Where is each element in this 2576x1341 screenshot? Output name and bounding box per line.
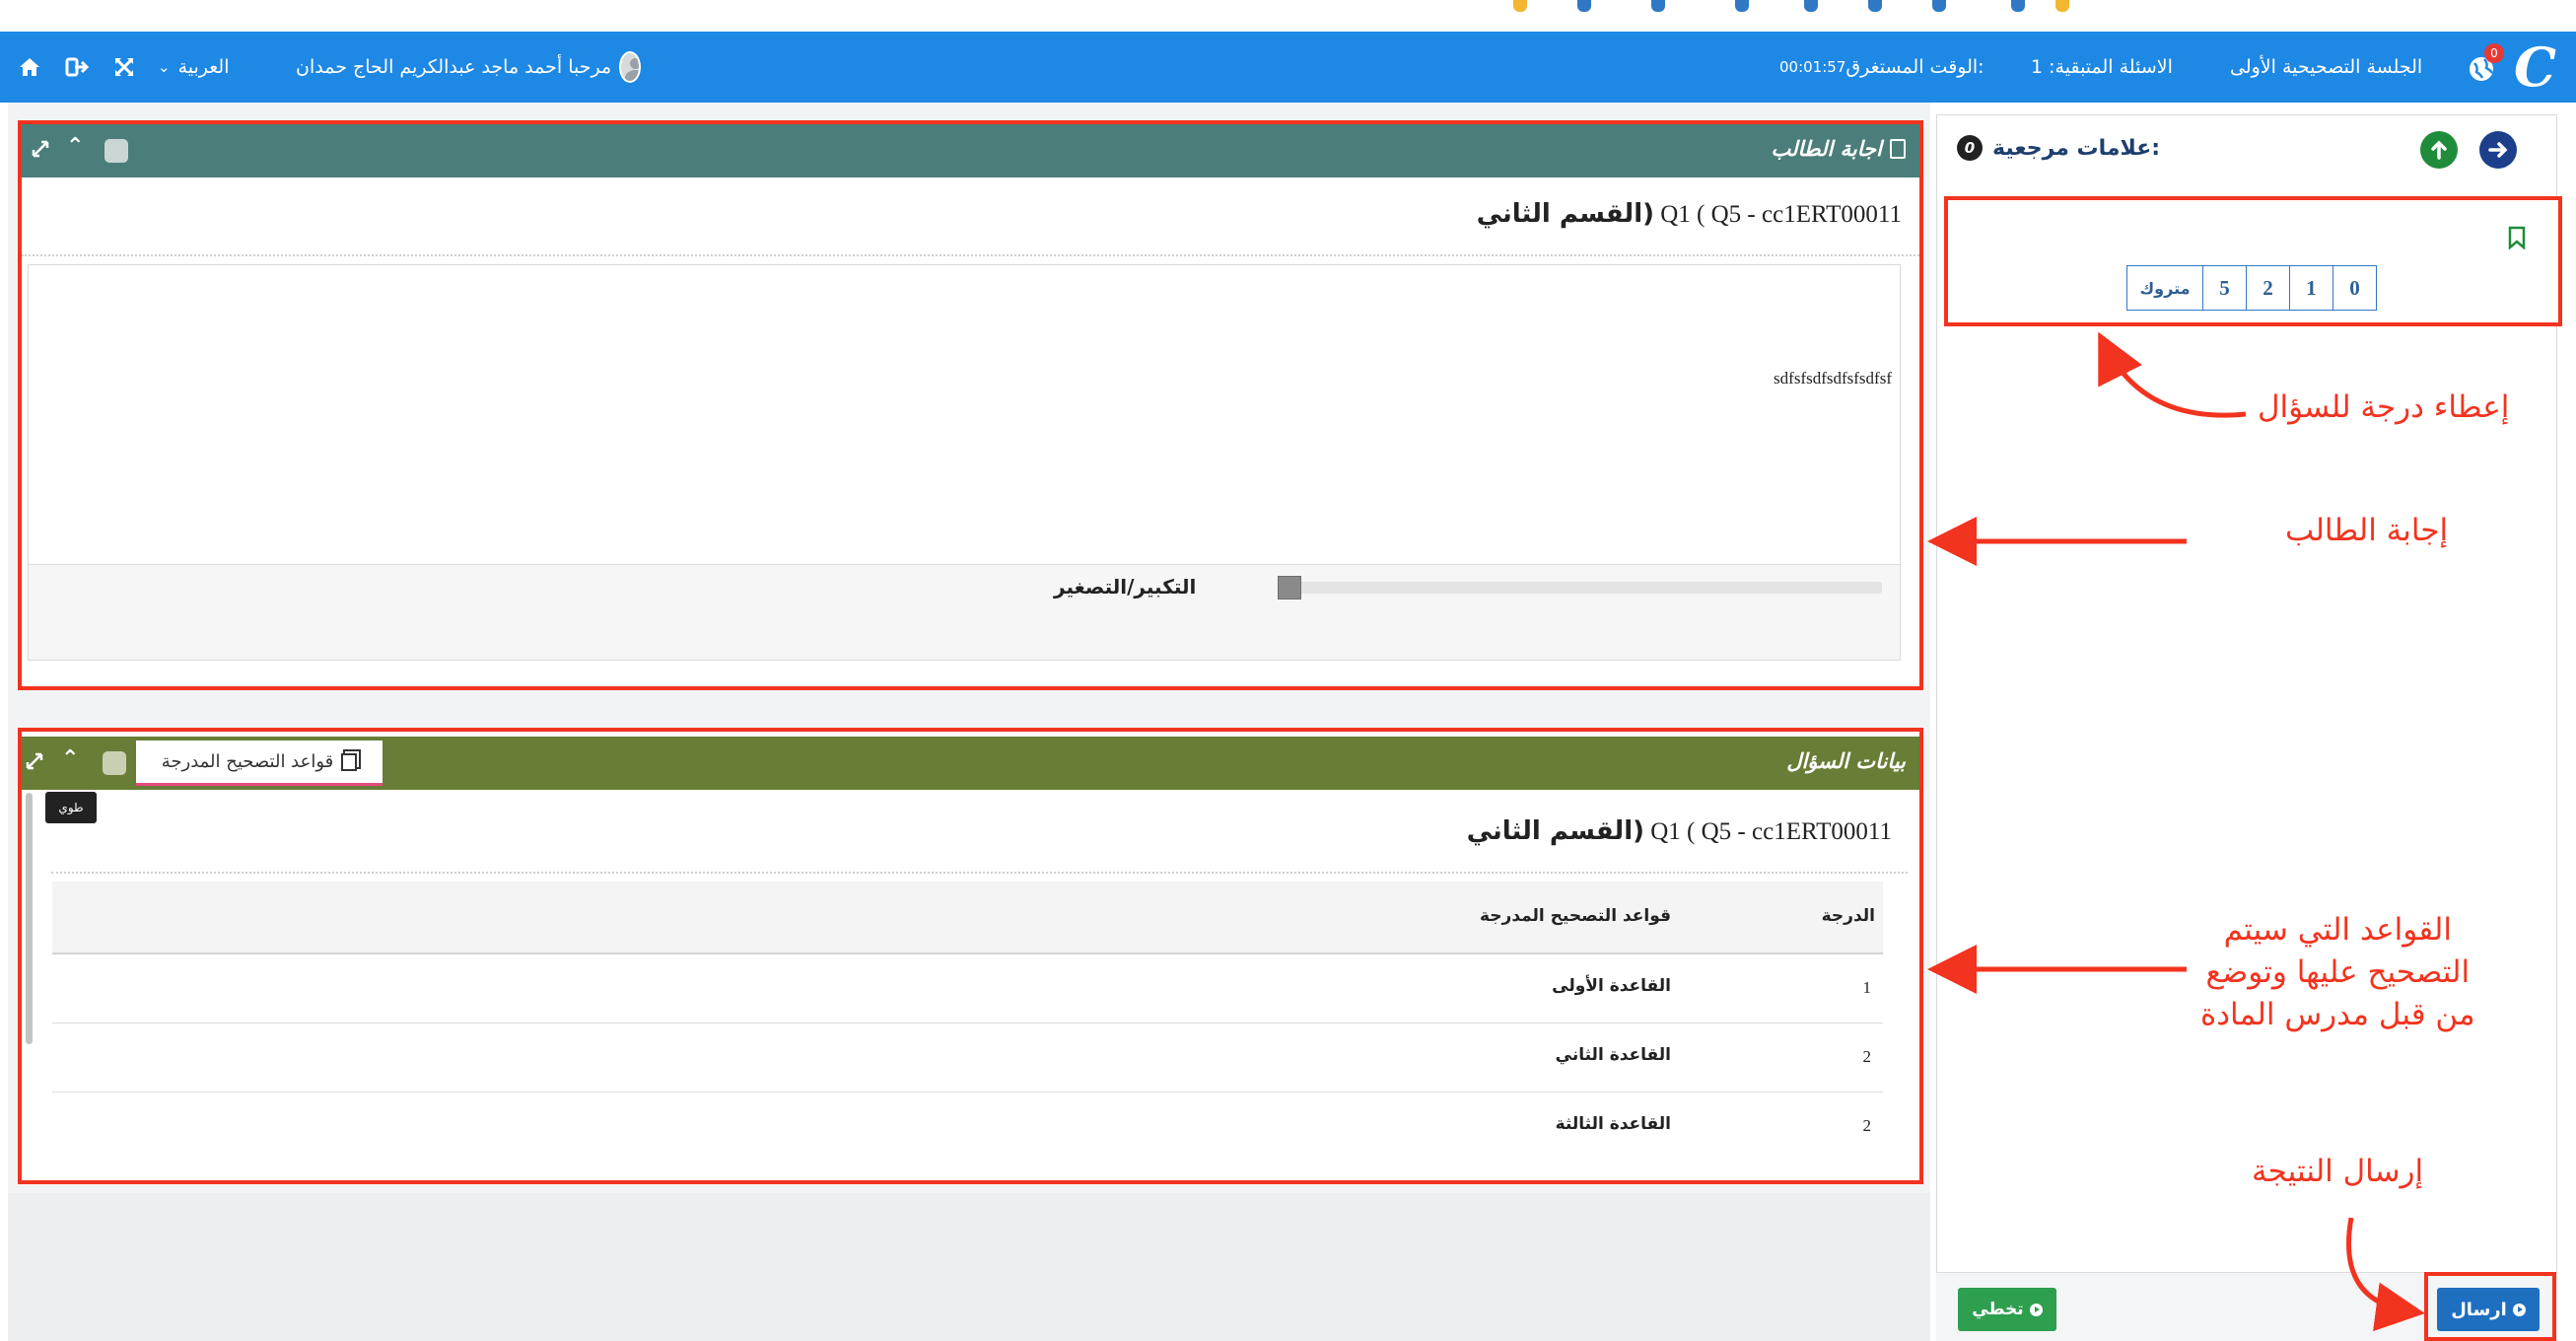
annotation-arrows — [1927, 331, 2425, 1332]
arrow-to-score — [2098, 331, 2247, 418]
arrow-to-send — [2346, 1217, 2425, 1332]
